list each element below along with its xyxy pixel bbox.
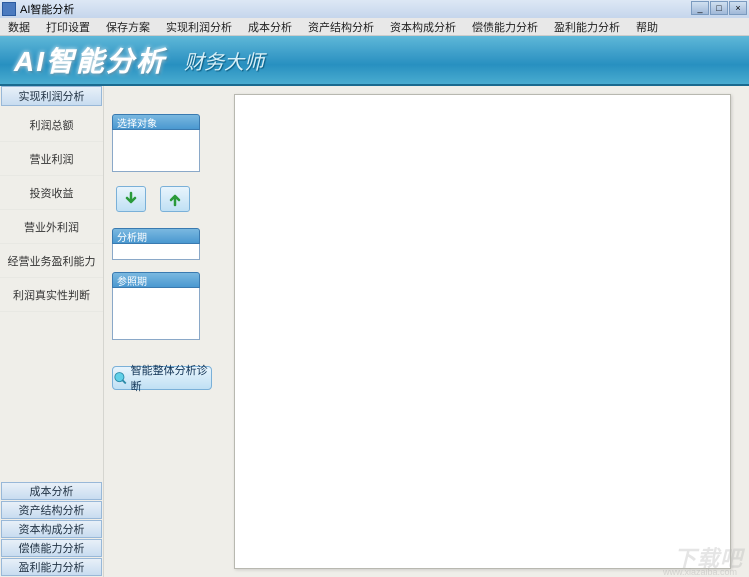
nav-profit-authenticity[interactable]: 利润真实性判断	[0, 278, 103, 312]
arrow-up-button[interactable]	[160, 186, 190, 212]
nav-business-profitability[interactable]: 经营业务盈利能力	[0, 244, 103, 278]
menu-cost-analysis[interactable]: 成本分析	[240, 19, 300, 35]
select-object-list[interactable]	[112, 130, 200, 172]
tab-solvency[interactable]: 偿债能力分析	[1, 539, 102, 557]
menu-capital-composition[interactable]: 资本构成分析	[382, 19, 464, 35]
nav-operating-profit[interactable]: 营业利润	[0, 142, 103, 176]
banner-subtitle: 财务大师	[184, 46, 264, 75]
arrow-down-icon	[123, 191, 139, 207]
app-icon	[2, 2, 16, 16]
arrow-down-button[interactable]	[116, 186, 146, 212]
analyze-button-label: 智能整体分析诊断	[131, 362, 211, 394]
control-panel: 选择对象 分析期 参照期 智能整体分析诊断	[104, 86, 230, 577]
reference-period-header: 参照期	[112, 272, 200, 288]
arrow-up-icon	[167, 191, 183, 207]
menu-profit-analysis[interactable]: 实现利润分析	[158, 19, 240, 35]
window-controls: _ □ ×	[691, 1, 747, 15]
report-canvas	[234, 94, 731, 569]
banner: AI智能分析 财务大师	[0, 36, 749, 86]
close-button[interactable]: ×	[729, 1, 747, 15]
sidebar-nav-list: 利润总额 营业利润 投资收益 营业外利润 经营业务盈利能力 利润真实性判断	[0, 108, 103, 482]
menu-profitability[interactable]: 盈利能力分析	[546, 19, 628, 35]
select-object-header: 选择对象	[112, 114, 200, 130]
arrow-row	[112, 172, 222, 228]
banner-title: AI智能分析	[14, 40, 166, 80]
nav-investment-income[interactable]: 投资收益	[0, 176, 103, 210]
menubar: 数据 打印设置 保存方案 实现利润分析 成本分析 资产结构分析 资本构成分析 偿…	[0, 18, 749, 36]
tab-profitability[interactable]: 盈利能力分析	[1, 558, 102, 576]
reference-period-list[interactable]	[112, 288, 200, 340]
analyze-icon	[113, 370, 128, 386]
sidebar-bottom-tabs: 成本分析 资产结构分析 资本构成分析 偿债能力分析 盈利能力分析	[0, 482, 103, 577]
sidebar-active-tab[interactable]: 实现利润分析	[1, 86, 102, 106]
menu-asset-structure[interactable]: 资产结构分析	[300, 19, 382, 35]
nav-non-operating-profit[interactable]: 营业外利润	[0, 210, 103, 244]
window-titlebar: AI智能分析 _ □ ×	[0, 0, 749, 18]
content-area	[230, 86, 749, 577]
menu-help[interactable]: 帮助	[628, 19, 666, 35]
tab-capital-composition[interactable]: 资本构成分析	[1, 520, 102, 538]
tab-asset-structure[interactable]: 资产结构分析	[1, 501, 102, 519]
analysis-period-header: 分析期	[112, 228, 200, 244]
tab-cost-analysis[interactable]: 成本分析	[1, 482, 102, 500]
nav-total-profit[interactable]: 利润总额	[0, 108, 103, 142]
minimize-button[interactable]: _	[691, 1, 709, 15]
analysis-period-input[interactable]	[112, 244, 200, 260]
window-title: AI智能分析	[20, 1, 74, 17]
analyze-button[interactable]: 智能整体分析诊断	[112, 366, 212, 390]
sidebar: 实现利润分析 利润总额 营业利润 投资收益 营业外利润 经营业务盈利能力 利润真…	[0, 86, 104, 577]
menu-save-scheme[interactable]: 保存方案	[98, 19, 158, 35]
workspace: 实现利润分析 利润总额 营业利润 投资收益 营业外利润 经营业务盈利能力 利润真…	[0, 86, 749, 577]
menu-print-settings[interactable]: 打印设置	[38, 19, 98, 35]
menu-data[interactable]: 数据	[0, 19, 38, 35]
menu-solvency[interactable]: 偿债能力分析	[464, 19, 546, 35]
maximize-button[interactable]: □	[710, 1, 728, 15]
